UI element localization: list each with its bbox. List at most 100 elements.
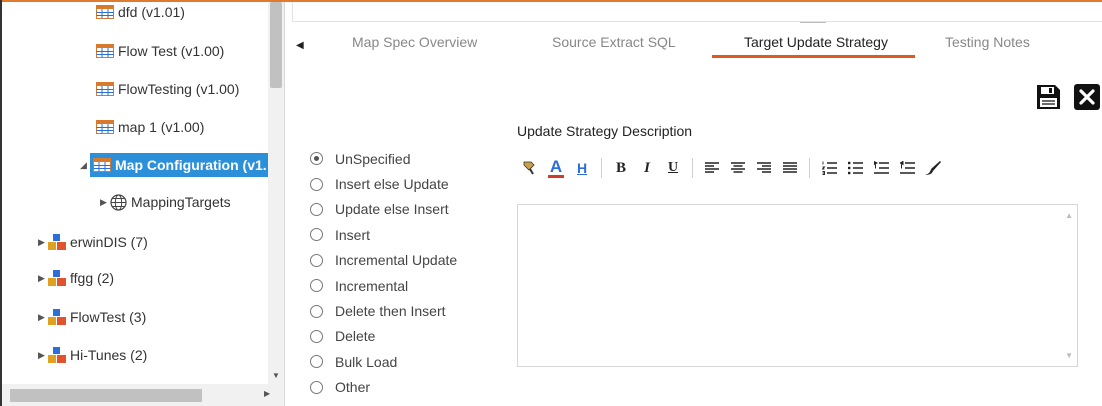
option-label: Update else Insert	[335, 201, 449, 218]
tab-map-spec-overview[interactable]: Map Spec Overview	[352, 34, 477, 50]
option-bulk-load[interactable]: Bulk Load	[310, 349, 457, 374]
radio-button[interactable]	[310, 380, 323, 394]
metadata-tree: dfd (v1.01) Flow Test (v1.00) FlowTestin…	[2, 2, 268, 384]
outdent-icon[interactable]	[894, 155, 920, 181]
update-strategy-description-editor[interactable]: ▲ ▼	[517, 204, 1078, 367]
caret-collapsed-icon[interactable]: ▶	[38, 350, 48, 361]
align-left-icon[interactable]	[699, 155, 725, 181]
scroll-down-icon[interactable]: ▼	[272, 371, 280, 380]
tree-item-label: FlowTesting (v1.00)	[118, 81, 240, 97]
editor-scroll-up-icon[interactable]: ▲	[1065, 211, 1073, 220]
option-other[interactable]: Other	[310, 375, 457, 400]
option-insert-else-update[interactable]: Insert else Update	[310, 171, 457, 196]
option-label: Incremental Update	[335, 252, 458, 269]
italic-icon[interactable]: I	[634, 155, 660, 181]
tree-item-label: dfd (v1.01)	[118, 4, 185, 20]
font-color-bar	[548, 175, 564, 178]
caret-collapsed-icon[interactable]: ▶	[38, 237, 48, 248]
tree-item-flow-test[interactable]: Flow Test (v1.00)	[96, 39, 224, 63]
scrollbar-thumb[interactable]	[270, 2, 282, 88]
update-strategy-options: UnSpecified Insert else Update Update el…	[310, 146, 457, 400]
tab-target-update-strategy[interactable]: Target Update Strategy	[744, 34, 888, 50]
editor-scroll-down-icon[interactable]: ▼	[1065, 351, 1073, 360]
option-delete[interactable]: Delete	[310, 324, 457, 349]
option-unspecified[interactable]: UnSpecified	[310, 146, 457, 171]
option-label: Bulk Load	[335, 353, 398, 370]
caret-collapsed-icon[interactable]: ▶	[38, 312, 48, 323]
highlight-letter: H	[576, 160, 588, 176]
align-center-icon[interactable]	[725, 155, 751, 181]
font-color-icon[interactable]: A	[543, 155, 569, 181]
radio-button[interactable]	[310, 177, 323, 191]
tree-horizontal-scrollbar[interactable]: ▶	[2, 384, 284, 406]
radio-button[interactable]	[310, 253, 323, 267]
panel-divider	[284, 2, 285, 406]
option-delete-then-insert[interactable]: Delete then Insert	[310, 298, 457, 323]
tab-source-extract-sql[interactable]: Source Extract SQL	[552, 34, 676, 50]
tree-item-label: map 1 (v1.00)	[118, 119, 205, 135]
scroll-right-icon[interactable]: ▶	[264, 389, 270, 398]
toolbar-separator	[692, 158, 693, 178]
radio-button[interactable]	[310, 279, 323, 293]
radio-button[interactable]	[310, 152, 323, 166]
tree-item-hi-tunes[interactable]: ▶ Hi-Tunes (2)	[38, 343, 147, 367]
tree-item-flowtesting[interactable]: FlowTesting (v1.00)	[96, 77, 239, 101]
scrollbar-thumb[interactable]	[10, 389, 202, 402]
underline-icon[interactable]: U	[660, 155, 686, 181]
indent-icon[interactable]	[868, 155, 894, 181]
option-label: Incremental	[335, 277, 409, 294]
paint-format-icon[interactable]	[517, 155, 543, 181]
tree-item-map-1[interactable]: map 1 (v1.00)	[96, 115, 204, 139]
tree-item-flowtest[interactable]: ▶ FlowTest (3)	[38, 305, 146, 329]
tree-item-label: Flow Test (v1.00)	[118, 43, 225, 59]
underline-letter: U	[667, 160, 679, 175]
clear-format-icon[interactable]	[920, 155, 946, 181]
header-strip	[292, 2, 1102, 22]
caret-collapsed-icon[interactable]: ▶	[38, 273, 48, 284]
table-icon	[96, 5, 114, 19]
resize-grip[interactable]	[800, 22, 826, 23]
ordered-list-icon[interactable]	[816, 155, 842, 181]
font-color-letter: A	[549, 157, 563, 176]
unordered-list-icon[interactable]	[842, 155, 868, 181]
tree-item-map-configuration[interactable]: ◢ Map Configuration (v1.	[80, 153, 268, 177]
toolbar-separator	[809, 158, 810, 178]
selected-node[interactable]: Map Configuration (v1.	[90, 153, 268, 177]
align-right-icon[interactable]	[751, 155, 777, 181]
table-icon	[96, 120, 114, 134]
tree-item-label: Map Configuration (v1.	[115, 157, 267, 173]
radio-button[interactable]	[310, 355, 323, 369]
radio-button[interactable]	[310, 329, 323, 343]
toolbar-separator	[601, 158, 602, 178]
globe-icon	[110, 193, 127, 211]
option-insert[interactable]: Insert	[310, 222, 457, 247]
tree-item-erwindis[interactable]: ▶ erwinDIS (7)	[38, 230, 148, 254]
option-label: Insert else Update	[335, 176, 449, 193]
table-icon	[96, 44, 114, 58]
tree-item-label: FlowTest (3)	[70, 309, 147, 325]
tree-vertical-scrollbar[interactable]: ▼	[268, 2, 284, 384]
tree-item-label: erwinDIS (7)	[70, 234, 148, 250]
datasource-icon	[48, 309, 66, 325]
option-update-else-insert[interactable]: Update else Insert	[310, 197, 457, 222]
option-incremental-update[interactable]: Incremental Update	[310, 248, 457, 273]
tree-item-dfd[interactable]: dfd (v1.01)	[96, 2, 185, 24]
save-icon[interactable]	[1035, 84, 1061, 110]
close-icon[interactable]	[1074, 84, 1100, 110]
radio-button[interactable]	[310, 202, 323, 216]
radio-button[interactable]	[310, 228, 323, 242]
tab-scroll-left-icon[interactable]: ◀	[296, 40, 304, 51]
datasource-icon	[48, 234, 66, 250]
tree-item-label: Hi-Tunes (2)	[70, 347, 148, 363]
radio-button[interactable]	[310, 304, 323, 318]
tree-item-mappingtargets[interactable]: ▶ MappingTargets	[100, 190, 231, 214]
caret-collapsed-icon[interactable]: ▶	[100, 197, 110, 208]
highlight-icon[interactable]: H	[569, 155, 595, 181]
tab-testing-notes[interactable]: Testing Notes	[945, 34, 1030, 50]
option-incremental[interactable]: Incremental	[310, 273, 457, 298]
bold-icon[interactable]: B	[608, 155, 634, 181]
caret-expanded-icon[interactable]: ◢	[80, 160, 90, 171]
justify-icon[interactable]	[777, 155, 803, 181]
tree-item-ffgg[interactable]: ▶ ffgg (2)	[38, 266, 114, 290]
table-icon	[96, 82, 114, 96]
